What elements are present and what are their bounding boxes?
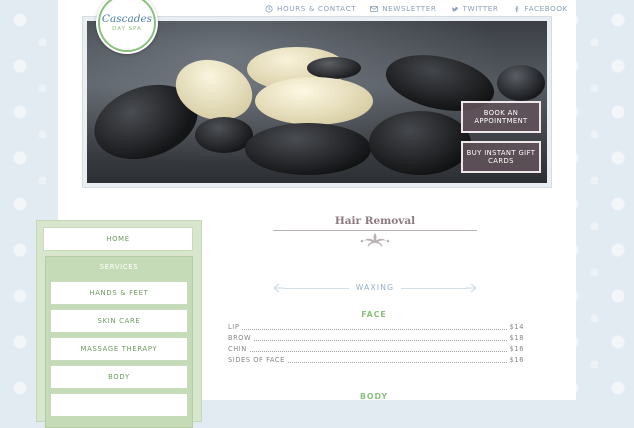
waxing-divider: WAXING bbox=[273, 282, 477, 294]
sidebar-item-massage-therapy[interactable]: MASSAGE THERAPY bbox=[50, 337, 188, 361]
facebook-link[interactable]: FACEBOOK bbox=[513, 4, 568, 13]
price-row: BROW $18 bbox=[228, 333, 524, 343]
price-item-price: $16 bbox=[509, 356, 524, 364]
hours-contact-link[interactable]: HOURS & CONTACT bbox=[265, 4, 356, 13]
price-item-name: CHIN bbox=[228, 345, 247, 353]
page-title: Hair Removal bbox=[334, 215, 416, 227]
logo-subtitle: DAY SPA bbox=[112, 26, 142, 33]
price-row: CHIN $16 bbox=[228, 344, 524, 354]
hero-stone-dark bbox=[245, 123, 371, 175]
hero-stone-dark bbox=[369, 111, 471, 175]
logo-name: Cascades bbox=[101, 12, 153, 25]
sidebar-item-skin-care[interactable]: SKIN CARE bbox=[50, 309, 188, 333]
facebook-icon bbox=[514, 5, 518, 12]
newsletter-link[interactable]: NEWSLETTER bbox=[370, 4, 436, 13]
face-heading: FACE bbox=[361, 310, 387, 319]
sidebar-item-services[interactable]: SERVICES bbox=[46, 263, 192, 271]
buy-gift-cards-button[interactable]: BUY INSTANT GIFT CARDS bbox=[461, 141, 541, 173]
twitter-icon bbox=[451, 6, 458, 11]
sidebar-item-hands-feet[interactable]: HANDS & FEET bbox=[50, 281, 188, 305]
sidebar-services-group: SERVICES HANDS & FEET SKIN CARE MASSAGE … bbox=[45, 256, 193, 428]
book-appointment-button[interactable]: BOOK AN APPOINTMENT bbox=[461, 101, 541, 133]
envelope-icon bbox=[370, 5, 379, 12]
twitter-label: TWITTER bbox=[462, 4, 499, 13]
hero-banner-frame: BOOK AN APPOINTMENT BUY INSTANT GIFT CAR… bbox=[82, 16, 552, 188]
sidebar-item-home[interactable]: HOME bbox=[43, 227, 193, 251]
title-divider bbox=[273, 230, 477, 231]
facebook-label: FACEBOOK bbox=[524, 4, 568, 13]
newsletter-label: NEWSLETTER bbox=[382, 4, 437, 13]
price-leader bbox=[254, 336, 507, 341]
hero-stone-cream bbox=[255, 77, 373, 125]
price-item-price: $18 bbox=[509, 334, 524, 342]
sidebar-item-body[interactable]: BODY bbox=[50, 365, 188, 389]
clock-icon bbox=[265, 4, 273, 13]
fleur-ornament-icon bbox=[360, 233, 390, 247]
price-leader bbox=[242, 325, 507, 330]
waxing-heading: WAXING bbox=[355, 283, 395, 292]
hero-stone-dark bbox=[497, 65, 545, 101]
twitter-link[interactable]: TWITTER bbox=[451, 4, 499, 13]
logo-badge: Cascades DAY SPA bbox=[98, 0, 156, 52]
top-navigation: HOURS & CONTACT NEWSLETTER TWITTER FACEB… bbox=[265, 4, 568, 13]
sidebar: HOME SERVICES HANDS & FEET SKIN CARE MAS… bbox=[36, 220, 202, 428]
price-leader bbox=[249, 347, 507, 352]
price-row: SIDES OF FACE $16 bbox=[228, 355, 524, 365]
price-leader bbox=[287, 358, 507, 363]
hours-contact-label: HOURS & CONTACT bbox=[277, 4, 357, 13]
hero-stone-small bbox=[307, 57, 361, 79]
price-item-name: BROW bbox=[228, 334, 252, 342]
sidebar-item-next[interactable] bbox=[50, 393, 188, 417]
price-item-price: $16 bbox=[509, 345, 524, 353]
price-item-price: $14 bbox=[509, 323, 524, 331]
page-container: Cascades DAY SPA HOURS & CONTACT NEWSLET… bbox=[36, 0, 576, 428]
price-item-name: LIP bbox=[228, 323, 240, 331]
price-row: LIP $14 bbox=[228, 322, 524, 332]
price-item-name: SIDES OF FACE bbox=[228, 356, 285, 364]
